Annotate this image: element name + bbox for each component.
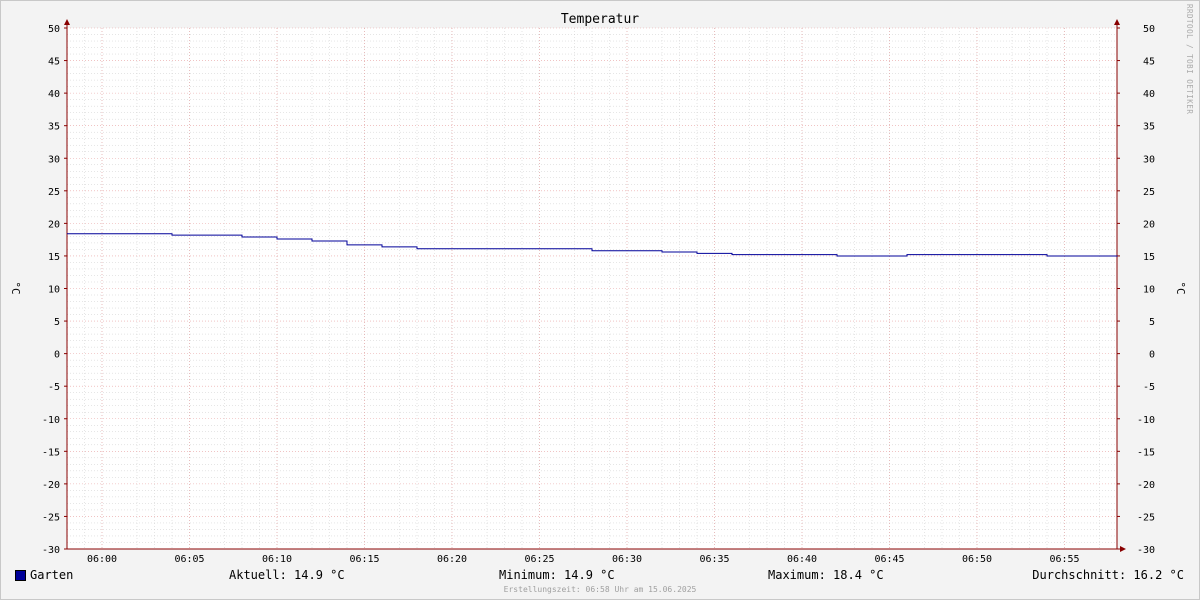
y-tick-label-left: 5 [54, 317, 60, 328]
legend-swatch-garten [15, 570, 26, 581]
y-tick-label-left: 20 [48, 219, 60, 230]
y-tick-label-left: -10 [42, 415, 60, 426]
legend-current: Aktuell: 14.9 °C [229, 568, 345, 582]
y-tick-label-right: 45 [1143, 57, 1155, 68]
y-tick-label-right: 40 [1143, 89, 1155, 100]
legend-maximum: Maximum: 18.4 °C [768, 568, 884, 582]
y-tick-label-left: 25 [48, 187, 60, 198]
grid [66, 27, 1118, 550]
y-tick-label-right: -25 [1137, 512, 1155, 523]
y-tick-label-right: 50 [1143, 24, 1155, 35]
legend-series-name: Garten [30, 568, 74, 582]
legend-minimum: Minimum: 14.9 °C [499, 568, 615, 582]
y-tick-label-left: 35 [48, 122, 60, 133]
y-tick-label-left: 15 [48, 252, 60, 263]
x-tick-label: 06:25 [524, 554, 554, 565]
y-tick-label-right: -10 [1137, 415, 1155, 426]
y-tick-label-left: -15 [42, 447, 60, 458]
y-tick-label-left: 30 [48, 154, 60, 165]
x-tick-label: 06:15 [349, 554, 379, 565]
y-axis-label-left: °C [9, 281, 22, 294]
y-axis-arrow-left [64, 19, 70, 25]
chart-title: Temperatur [561, 12, 639, 27]
x-tick-label: 06:30 [612, 554, 642, 565]
y-tick-label-left: 10 [48, 285, 60, 296]
creation-time-footer: Erstellungszeit: 06:58 Uhr am 15.06.2025 [503, 585, 697, 594]
rrdtool-watermark: RRDTOOL / TOBI OETIKER [1185, 4, 1194, 115]
y-tick-label-left: 50 [48, 24, 60, 35]
x-tick-label: 06:55 [1049, 554, 1079, 565]
y-tick-label-right: 30 [1143, 154, 1155, 165]
y-tick-label-right: 25 [1143, 187, 1155, 198]
y-tick-label-right: 15 [1143, 252, 1155, 263]
x-tick-label: 06:40 [787, 554, 817, 565]
y-tick-label-left: 0 [54, 350, 60, 361]
y-tick-label-left: -5 [48, 382, 60, 393]
y-axis-label-right: °C [1174, 281, 1187, 294]
y-tick-label-left: 45 [48, 57, 60, 68]
y-tick-label-right: 20 [1143, 219, 1155, 230]
y-tick-label-right: 0 [1149, 350, 1155, 361]
y-tick-label-left: 40 [48, 89, 60, 100]
y-tick-label-left: -30 [42, 545, 60, 556]
legend-average: Durchschnitt: 16.2 °C [1032, 568, 1184, 582]
x-tick-label: 06:20 [437, 554, 467, 565]
y-tick-label-right: -5 [1143, 382, 1155, 393]
y-axis-arrow-right [1114, 19, 1120, 25]
x-tick-label: 06:05 [174, 554, 204, 565]
y-tick-label-right: 5 [1149, 317, 1155, 328]
x-tick-label: 06:35 [699, 554, 729, 565]
x-tick-label: 06:50 [962, 554, 992, 565]
x-tick-label: 06:45 [874, 554, 904, 565]
x-tick-label: 06:10 [262, 554, 292, 565]
y-tick-label-right: 35 [1143, 122, 1155, 133]
temperature-chart: 06:00 06:05 06:10 06:15 06:20 06:25 06:30 06:35… [9, 12, 1187, 565]
y-tick-label-right: -20 [1137, 480, 1155, 491]
x-tick-label: 06:00 [87, 554, 117, 565]
y-tick-label-right: -30 [1137, 545, 1155, 556]
y-tick-label-right: 10 [1143, 285, 1155, 296]
x-axis-arrow [1120, 546, 1126, 552]
y-tick-label-right: -15 [1137, 447, 1155, 458]
y-tick-label-left: -20 [42, 480, 60, 491]
y-tick-label-left: -25 [42, 512, 60, 523]
